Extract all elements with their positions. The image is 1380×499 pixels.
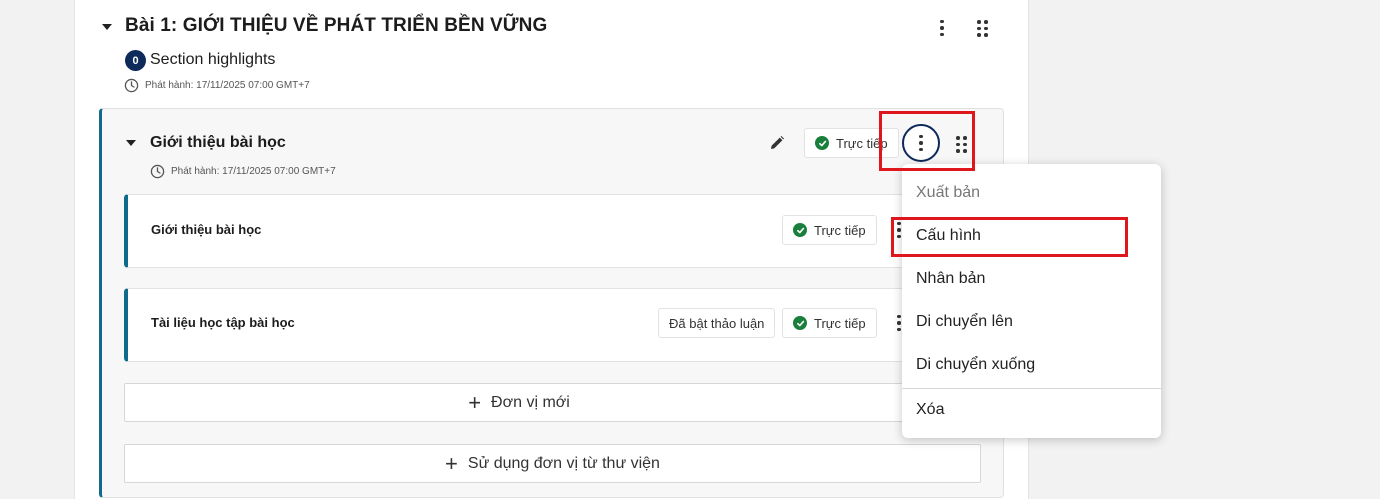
plus-icon: + — [445, 450, 458, 476]
subsection-collapse-caret-icon[interactable] — [126, 140, 136, 146]
subsection-release-text: Phát hành: 17/11/2025 07:00 GMT+7 — [171, 166, 336, 177]
section-title: Bài 1: GIỚI THIỆU VỀ PHÁT TRIỂN BỀN VỮNG — [125, 15, 548, 36]
section-drag-handle-icon[interactable] — [977, 20, 988, 37]
unit-title[interactable]: Tài liệu học tập bài học — [151, 315, 295, 330]
menu-divider — [902, 388, 1161, 389]
menu-item-duplicate[interactable]: Nhân bản — [902, 259, 1161, 299]
highlight-box-kebab — [879, 111, 975, 171]
menu-item-move-up[interactable]: Di chuyển lên — [902, 302, 1161, 342]
subsection-options-menu: Xuất bản Cấu hình Nhân bản Di chuyển lên… — [902, 164, 1161, 438]
subsection-title: Giới thiệu bài học — [150, 134, 286, 151]
check-circle-icon — [793, 223, 807, 237]
section-more-options-icon[interactable] — [935, 18, 949, 38]
discussion-enabled-badge: Đã bật thảo luận — [658, 308, 776, 338]
section-release-text: Phát hành: 17/11/2025 07:00 GMT+7 — [145, 80, 310, 91]
unit-status-text: Trực tiếp — [814, 222, 866, 238]
menu-item-delete[interactable]: Xóa — [902, 390, 1161, 430]
highlights-count-badge: 0 — [125, 50, 146, 71]
use-library-unit-button[interactable]: + Sử dụng đơn vị từ thư viện — [124, 444, 981, 483]
highlight-box-configure — [891, 217, 1128, 257]
check-circle-icon — [815, 136, 829, 150]
unit-status-text: Trực tiếp — [814, 315, 866, 331]
clock-icon — [150, 164, 165, 179]
menu-item-publish[interactable]: Xuất bản — [902, 173, 1161, 213]
new-unit-button[interactable]: + Đơn vị mới — [124, 383, 914, 422]
check-circle-icon — [793, 316, 807, 330]
section-highlights-link[interactable]: Section highlights — [150, 51, 275, 69]
unit-status-badge: Trực tiếp — [782, 308, 877, 338]
unit-status-badge: Trực tiếp — [782, 215, 877, 245]
use-library-unit-label: Sử dụng đơn vị từ thư viện — [467, 454, 660, 472]
menu-item-move-down[interactable]: Di chuyển xuống — [902, 345, 1161, 385]
subsection-release-info: Phát hành: 17/11/2025 07:00 GMT+7 — [150, 164, 336, 179]
edit-pencil-icon[interactable] — [768, 134, 786, 152]
plus-icon: + — [468, 389, 482, 415]
section-collapse-caret-icon[interactable] — [102, 24, 112, 30]
clock-icon — [124, 78, 139, 93]
unit-title[interactable]: Giới thiệu bài học — [151, 222, 261, 237]
section-release-info: Phát hành: 17/11/2025 07:00 GMT+7 — [124, 78, 310, 93]
new-unit-label: Đơn vị mới — [491, 393, 570, 411]
